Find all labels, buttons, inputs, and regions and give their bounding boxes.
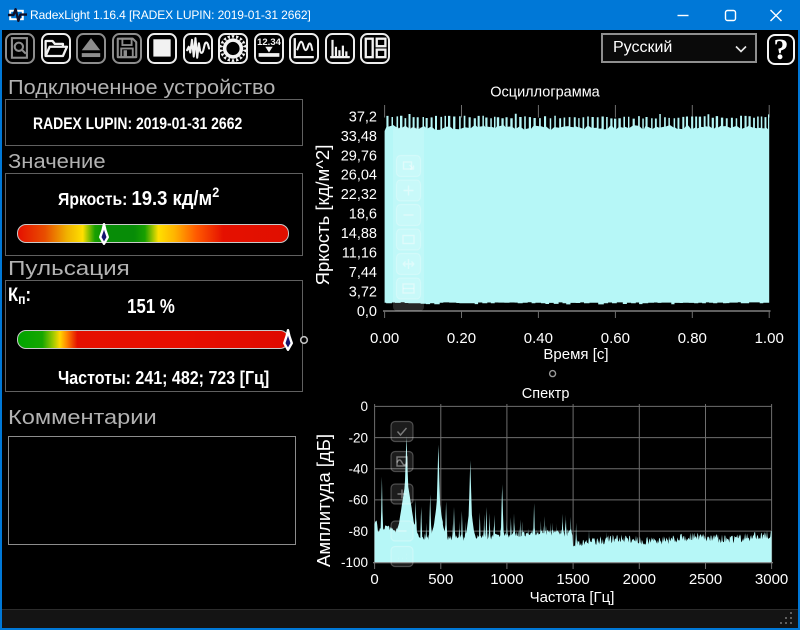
svg-text:0.60: 0.60 xyxy=(601,330,630,347)
svg-text:2000: 2000 xyxy=(623,571,656,588)
svg-text:1000: 1000 xyxy=(490,571,523,588)
svg-text:500: 500 xyxy=(428,571,453,588)
svg-text:2500: 2500 xyxy=(689,571,722,588)
svg-text:0.00: 0.00 xyxy=(370,330,399,347)
svg-text:Амплитуда [дБ]: Амплитуда [дБ] xyxy=(313,434,334,567)
svg-text:26,04: 26,04 xyxy=(341,168,377,184)
svg-text:-80: -80 xyxy=(348,524,368,539)
svg-text:Частота [Гц]: Частота [Гц] xyxy=(530,589,615,606)
svg-text:-40: -40 xyxy=(348,462,368,477)
svg-text:18,6: 18,6 xyxy=(349,207,377,223)
svg-text:-20: -20 xyxy=(348,430,368,445)
svg-text:-100: -100 xyxy=(341,555,368,570)
svg-text:0.40: 0.40 xyxy=(524,330,553,347)
svg-text:1500: 1500 xyxy=(556,571,589,588)
svg-text:0.20: 0.20 xyxy=(447,330,476,347)
svg-text:14,88: 14,88 xyxy=(341,226,377,242)
svg-text:11,16: 11,16 xyxy=(342,246,377,262)
svg-text:0: 0 xyxy=(370,571,378,588)
svg-text:7,44: 7,44 xyxy=(349,265,377,281)
svg-text:0,0: 0,0 xyxy=(357,304,377,320)
svg-text:12.34: 12.34 xyxy=(257,37,281,48)
svg-text:22,32: 22,32 xyxy=(341,187,377,203)
svg-text:0.80: 0.80 xyxy=(678,330,707,347)
svg-text:Спектр: Спектр xyxy=(522,386,570,402)
svg-text:-60: -60 xyxy=(348,493,368,508)
svg-text:3000: 3000 xyxy=(755,571,788,588)
svg-text:Осциллограмма: Осциллограмма xyxy=(490,85,600,101)
svg-text:1.00: 1.00 xyxy=(755,330,784,347)
svg-text:Яркость [кд/м^2]: Яркость [кд/м^2] xyxy=(312,145,333,286)
svg-text:37,2: 37,2 xyxy=(349,109,377,125)
svg-text:29,76: 29,76 xyxy=(341,148,377,164)
svg-text:3,72: 3,72 xyxy=(349,284,377,300)
svg-text:0: 0 xyxy=(360,399,368,414)
svg-text:33,48: 33,48 xyxy=(341,129,377,145)
svg-text:Время [с]: Время [с] xyxy=(543,346,608,363)
